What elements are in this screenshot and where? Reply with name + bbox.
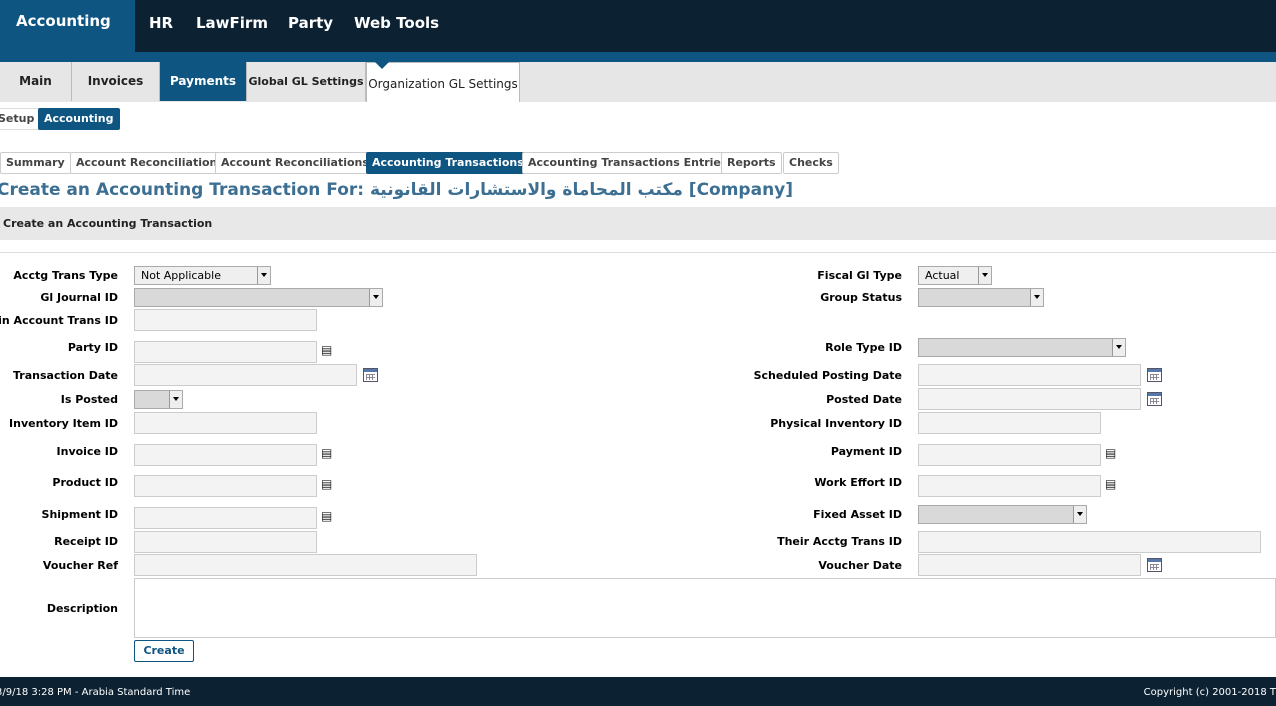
chevron-down-icon: [978, 267, 991, 284]
section-title: Create an Accounting Transaction: [3, 217, 213, 230]
app-tab-accounting[interactable]: Accounting: [0, 0, 135, 52]
label-fixed-asset-id: Fixed Asset ID: [813, 508, 902, 521]
label-product-id: Product ID: [52, 476, 118, 489]
calendar-icon[interactable]: [1147, 392, 1162, 406]
subnav-setup[interactable]: Setup: [0, 108, 41, 130]
acctg-trans-type-select[interactable]: Not Applicable: [134, 266, 271, 285]
chevron-down-icon: [1112, 339, 1125, 356]
their-acctg-trans-id-input[interactable]: [918, 531, 1261, 553]
calendar-icon[interactable]: [1147, 558, 1162, 572]
footer: 3/9/18 3:28 PM - Arabia Standard Time Co…: [0, 677, 1276, 706]
label-posted-date: Posted Date: [826, 393, 902, 406]
page-title: Create an Accounting Transaction For: مك…: [0, 180, 794, 200]
btn-summary[interactable]: Summary: [0, 152, 71, 174]
label-receipt-id: Receipt ID: [54, 535, 118, 548]
btn-reports[interactable]: Reports: [721, 152, 782, 174]
lookup-icon[interactable]: ▤: [321, 510, 335, 522]
voucher-ref-input[interactable]: [134, 554, 477, 576]
party-id-input[interactable]: [134, 341, 317, 363]
header-band: [0, 52, 1276, 62]
posted-date-input[interactable]: [918, 388, 1141, 410]
app-header: Accounting HR LawFirm Party Web Tools: [0, 0, 1276, 52]
app-tab-party[interactable]: Party: [288, 14, 333, 32]
btn-account-reconciliations[interactable]: Account Reconciliations: [215, 152, 375, 174]
label-gl-journal-id: Gl Journal ID: [40, 291, 118, 304]
footer-timestamp: 3/9/18 3:28 PM - Arabia Standard Time: [0, 687, 191, 698]
chevron-down-icon: [1073, 506, 1086, 523]
acctg-trans-type-value: Not Applicable: [141, 269, 221, 282]
label-party-id: Party ID: [67, 341, 118, 354]
tab-payments[interactable]: Payments: [160, 62, 247, 101]
app-tab-hr[interactable]: HR: [149, 14, 173, 32]
chevron-down-icon: [257, 267, 270, 284]
subnav-accounting[interactable]: Accounting: [38, 108, 120, 130]
chevron-down-icon: [169, 391, 182, 408]
payment-id-input[interactable]: [918, 444, 1101, 466]
label-description: Description: [46, 602, 118, 615]
fixed-asset-id-select[interactable]: [918, 505, 1087, 524]
transaction-date-input[interactable]: [134, 364, 357, 386]
lookup-icon[interactable]: ▤: [321, 447, 335, 459]
calendar-icon[interactable]: [363, 368, 378, 382]
is-posted-select[interactable]: [134, 390, 183, 409]
invoice-id-input[interactable]: [134, 444, 317, 466]
role-type-id-select[interactable]: [918, 338, 1126, 357]
app-tab-web-tools[interactable]: Web Tools: [354, 14, 439, 32]
label-transaction-date: Transaction Date: [13, 369, 118, 382]
btn-checks[interactable]: Checks: [783, 152, 839, 174]
tab-global-gl-settings[interactable]: Global GL Settings: [247, 62, 366, 101]
label-role-type-id: Role Type ID: [825, 341, 902, 354]
chevron-down-icon: [1030, 289, 1043, 306]
physical-inventory-id-input[interactable]: [918, 412, 1101, 434]
label-their-acctg-trans-id: Their Acctg Trans ID: [777, 535, 902, 548]
label-fiscal-gl-type: Fiscal Gl Type: [817, 269, 902, 282]
label-shipment-id: Shipment ID: [41, 508, 118, 521]
inventory-item-id-input[interactable]: [134, 412, 317, 434]
label-work-effort-id: Work Effort ID: [814, 476, 902, 489]
fiscal-gl-type-value: Actual: [925, 269, 960, 282]
create-button[interactable]: Create: [134, 640, 194, 662]
app-tab-label: Accounting: [16, 12, 111, 30]
gl-journal-id-select[interactable]: [134, 288, 383, 307]
label-acctg-trans-type: Acctg Trans Type: [13, 269, 118, 282]
app-tab-lawfirm[interactable]: LawFirm: [196, 14, 268, 32]
divider: [0, 252, 1276, 253]
tab-invoices[interactable]: Invoices: [72, 62, 160, 101]
label-physical-inventory-id: Physical Inventory ID: [770, 417, 902, 430]
lookup-icon[interactable]: ▤: [1105, 447, 1119, 459]
shipment-id-input[interactable]: [134, 507, 317, 529]
voucher-date-input[interactable]: [918, 554, 1141, 576]
label-is-posted: Is Posted: [60, 393, 118, 406]
label-payment-id: Payment ID: [830, 445, 902, 458]
scheduled-posting-date-input[interactable]: [918, 364, 1141, 386]
product-id-input[interactable]: [134, 475, 317, 497]
group-status-select[interactable]: [918, 288, 1044, 307]
calendar-icon[interactable]: [1147, 368, 1162, 382]
description-textarea[interactable]: [134, 578, 1276, 638]
label-inventory-item-id: Inventory Item ID: [9, 417, 118, 430]
btn-accounting-transactions-entries[interactable]: Accounting Transactions Entries: [522, 152, 734, 174]
work-effort-id-input[interactable]: [918, 475, 1101, 497]
lookup-icon[interactable]: ▤: [321, 344, 335, 356]
footer-copyright: Copyright (c) 2001-2018 T: [1143, 687, 1276, 698]
label-group-status: Group Status: [820, 291, 902, 304]
lookup-icon[interactable]: ▤: [321, 478, 335, 490]
section-header: Create an Accounting Transaction: [0, 207, 1276, 240]
tab-main[interactable]: Main: [0, 62, 72, 101]
lookup-icon[interactable]: ▤: [1105, 478, 1119, 490]
main-tabbar: Main Invoices Payments Global GL Setting…: [0, 62, 1276, 102]
fin-account-trans-id-input[interactable]: [134, 309, 317, 331]
label-voucher-date: Voucher Date: [818, 559, 902, 572]
label-invoice-id: Invoice ID: [56, 445, 118, 458]
tab-organization-gl-settings[interactable]: Organization GL Settings: [366, 62, 520, 102]
label-scheduled-posting-date: Scheduled Posting Date: [753, 369, 902, 382]
btn-accounting-transactions[interactable]: Accounting Transactions: [366, 152, 530, 174]
label-voucher-ref: Voucher Ref: [42, 559, 118, 572]
fiscal-gl-type-select[interactable]: Actual: [918, 266, 992, 285]
btn-account-reconciliation[interactable]: Account Reconciliation: [70, 152, 224, 174]
label-fin-account-trans-id: Fin Account Trans ID: [0, 314, 118, 327]
receipt-id-input[interactable]: [134, 531, 317, 553]
chevron-down-icon: [369, 289, 382, 306]
